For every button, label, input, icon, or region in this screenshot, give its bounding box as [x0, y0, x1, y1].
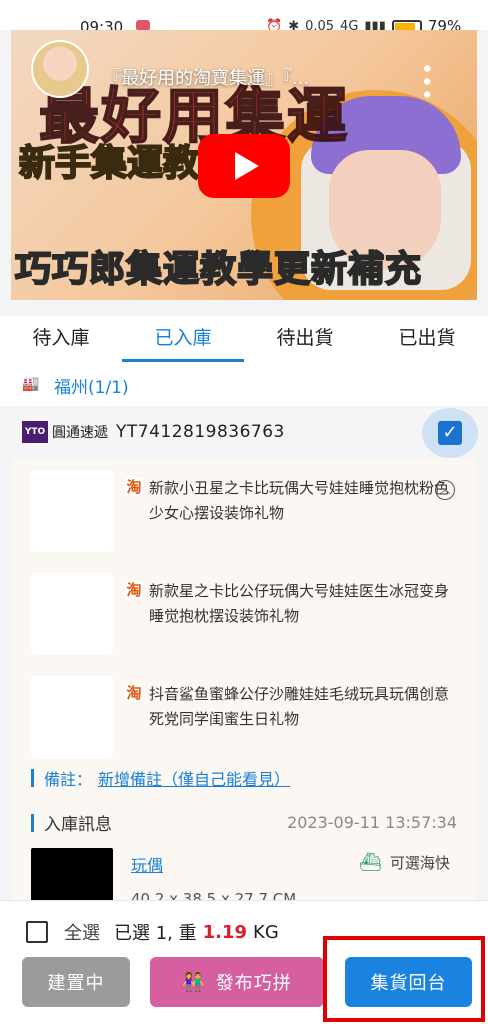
highlight-box: [323, 936, 485, 1022]
section-marker: [31, 769, 34, 787]
package-body: 淘 新款小丑星之卡比玩偶大号娃娃睡觉抱枕粉色少女心摆设装饰礼物 ︿ 淘 新款星之…: [11, 458, 477, 908]
more-options-icon[interactable]: •••: [413, 62, 438, 101]
taobao-icon: 淘: [125, 581, 143, 599]
ship-icon: ⛴: [359, 852, 382, 873]
product-thumbnail[interactable]: [31, 573, 113, 655]
select-all-row: 全選 已選 1, 重 1.19 KG: [26, 919, 279, 945]
product-name: 新款星之卡比公仔玩偶大号娃娃医生冰冠变身睡觉抱枕摆设装饰礼物: [149, 582, 450, 625]
video-player[interactable]: 最好用集運 新手集運教 巧巧郎集運教學更新補充 『最好用的淘寶集運』『... •…: [11, 30, 477, 300]
publish-group-button[interactable]: 👫 發布巧拼: [150, 957, 324, 1007]
taobao-icon: 淘: [125, 478, 143, 496]
inbound-info-row: 入庫訊息 2023-09-11 13:57:34: [31, 810, 457, 835]
status-tabs: 待入庫 已入庫 待出貨 已出貨: [0, 316, 488, 364]
tab-pending-inbound[interactable]: 待入庫: [0, 316, 122, 364]
carrier-logo: YTO: [22, 421, 48, 443]
taobao-icon: 淘: [125, 684, 143, 702]
inbound-photo[interactable]: [31, 848, 113, 908]
product-thumbnail[interactable]: [31, 676, 113, 758]
selected-summary: 已選 1, 重: [114, 923, 197, 944]
selected-weight: 1.19: [202, 921, 248, 943]
shipping-label: 可選海快: [389, 854, 450, 872]
carrier-name: 圓通速遞: [52, 425, 108, 441]
chevron-up-icon[interactable]: ︿: [435, 480, 455, 500]
note-row: 備註： 新增備註（僅自己能看見）: [31, 766, 290, 790]
tab-inbound[interactable]: 已入庫: [122, 316, 244, 364]
warehouse-region: 🏭 福州(1/1): [0, 364, 488, 406]
inbound-label: 入庫訊息: [44, 815, 112, 835]
list-item: 淘 抖音鲨鱼蜜蜂公仔沙雕娃娃毛绒玩具玩偶创意死党同学闺蜜生日礼物: [11, 664, 477, 762]
tab-pending-shipment[interactable]: 待出貨: [244, 316, 366, 364]
list-item: 淘 新款小丑星之卡比玩偶大号娃娃睡觉抱枕粉色少女心摆设装饰礼物 ︿: [11, 458, 477, 556]
list-item: 淘 新款星之卡比公仔玩偶大号娃娃医生冰冠变身睡觉抱枕摆设装饰礼物: [11, 561, 477, 659]
video-title[interactable]: 『最好用的淘寶集運』『...: [103, 64, 309, 90]
region-label: 福州(1/1): [54, 377, 129, 398]
building-button[interactable]: 建置中: [22, 957, 130, 1007]
play-icon: [235, 152, 259, 180]
people-icon: 👫: [182, 971, 206, 993]
video-overlay-bottom: 巧巧郎集運教學更新補充: [14, 248, 423, 291]
status-bar: 09:30 ⏰ ✱ 0.05 4G ▮▮▮ 79%: [0, 0, 488, 36]
check-icon: ✓: [438, 421, 462, 445]
inbound-item-name[interactable]: 玩偶: [131, 852, 163, 876]
shipping-option: ⛴ 可選海快: [359, 852, 450, 873]
tracking-number: YT7412819836763: [116, 422, 285, 442]
add-note-link[interactable]: 新增備註（僅自己能看見）: [98, 766, 290, 790]
package-header: YTO 圓通速遞 YT7412819836763 ✓: [0, 406, 488, 458]
note-label: 備註：: [44, 770, 93, 789]
play-button[interactable]: [198, 134, 290, 198]
select-all-label[interactable]: 全選: [64, 919, 100, 945]
product-name: 新款小丑星之卡比玩偶大号娃娃睡觉抱枕粉色少女心摆设装饰礼物: [149, 479, 450, 522]
tab-shipped[interactable]: 已出貨: [366, 316, 488, 364]
inbound-time: 2023-09-11 13:57:34: [287, 813, 457, 832]
section-marker: [31, 813, 34, 832]
product-thumbnail[interactable]: [31, 470, 113, 552]
select-all-checkbox[interactable]: [26, 921, 48, 943]
channel-avatar[interactable]: [31, 40, 89, 98]
product-name: 抖音鲨鱼蜜蜂公仔沙雕娃娃毛绒玩具玩偶创意死党同学闺蜜生日礼物: [149, 685, 450, 728]
package-checkbox[interactable]: ✓: [422, 408, 478, 458]
publish-group-label: 發布巧拼: [215, 973, 292, 994]
warehouse-icon: 🏭: [22, 376, 40, 392]
video-overlay-sub: 新手集運教: [18, 142, 200, 185]
weight-unit: KG: [253, 921, 279, 943]
